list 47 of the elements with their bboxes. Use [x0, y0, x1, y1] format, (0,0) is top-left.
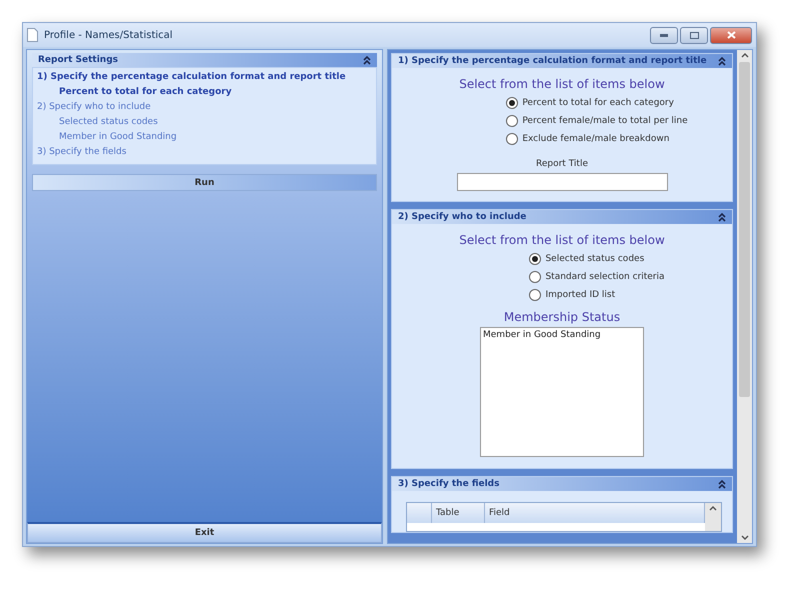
collapse-icon[interactable] — [363, 55, 371, 65]
window-title: Profile - Names/Statistical — [44, 30, 174, 40]
section-title: 3) Specify the fields — [398, 479, 500, 489]
list-item[interactable]: Member in Good Standing — [483, 330, 641, 340]
radio-button[interactable] — [506, 97, 518, 109]
option-label: Percent to total for each category — [522, 98, 674, 108]
section-title: 1) Specify the percentage calculation format and report title — [398, 56, 707, 66]
status-list[interactable]: Member in Good Standing — [480, 327, 644, 457]
radio-button[interactable] — [529, 271, 542, 283]
title-input-field[interactable] — [456, 173, 668, 191]
option-label: Selected status codes — [545, 254, 644, 264]
nav-subitem[interactable]: Selected status codes — [33, 115, 376, 130]
maximize-button[interactable] — [680, 26, 708, 44]
radio-button[interactable] — [529, 289, 542, 301]
radio-button[interactable] — [506, 133, 518, 145]
scroll-up-icon — [740, 52, 748, 58]
document-icon — [27, 28, 38, 42]
collapse-icon[interactable] — [718, 56, 726, 66]
field-label: Report Title — [536, 159, 588, 169]
prompt-text: Select from the list of items below — [459, 233, 665, 247]
option-label: Percent female/male to total per line — [522, 116, 688, 126]
minimize-button[interactable] — [650, 26, 678, 44]
column-header: Table — [432, 503, 485, 523]
collapse-icon[interactable] — [718, 212, 726, 222]
option-label: Exclude female/male breakdown — [522, 134, 670, 144]
nav-item[interactable]: 1) Specify the percentage calculation format and report title — [33, 70, 376, 85]
close-icon — [726, 31, 736, 39]
nav-item[interactable]: 2) Specify who to include — [33, 100, 376, 115]
maximize-icon — [690, 32, 698, 38]
radio-button[interactable] — [529, 253, 542, 265]
radio-button[interactable] — [506, 115, 518, 127]
option-label: Standard selection criteria — [545, 272, 665, 282]
section-title: 2) Specify who to include — [398, 212, 526, 222]
prompt-text: Select from the list of items below — [459, 77, 665, 91]
collapse-icon[interactable] — [718, 479, 726, 489]
run-button[interactable]: Run — [32, 174, 377, 191]
nav-subitem[interactable]: Percent to total for each category — [33, 85, 376, 100]
nav-subitem[interactable]: Member in Good Standing — [33, 130, 376, 145]
option-label: Imported ID list — [545, 290, 616, 300]
close-button[interactable] — [710, 26, 752, 44]
header-title: Report Settings — [38, 55, 118, 65]
list-label: Membership Status — [504, 310, 620, 324]
minimize-icon — [660, 34, 668, 36]
scrollbar[interactable] — [737, 50, 752, 543]
scroll-down-icon — [740, 535, 748, 541]
exit-button[interactable]: Exit — [27, 522, 382, 543]
nav-item[interactable]: 3) Specify the fields — [33, 145, 376, 160]
